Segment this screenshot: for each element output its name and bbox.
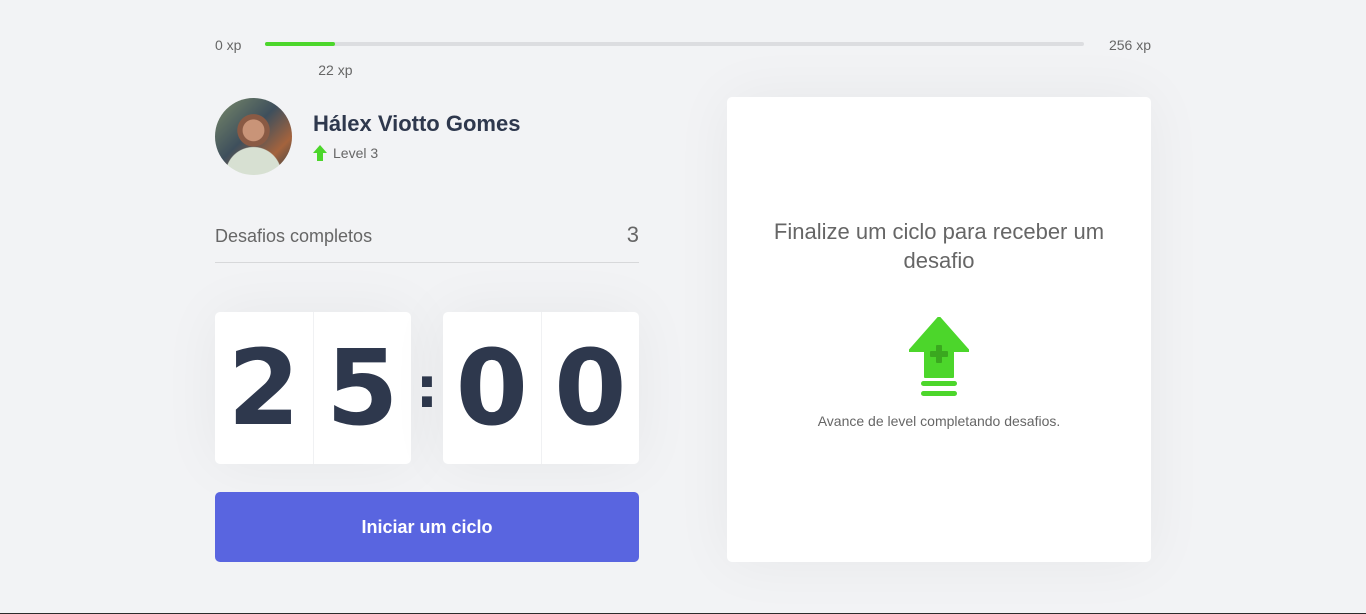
profile-name: Hálex Viotto Gomes	[313, 111, 521, 136]
level-up-arrow-icon	[313, 145, 327, 161]
countdown-separator: :	[415, 355, 439, 421]
challenge-box: Finalize um ciclo para receber um desafi…	[727, 97, 1151, 562]
app-page: 0 xp 22 xp 256 xp Hálex Viotto Gomes Lev…	[0, 0, 1366, 614]
xp-progress-fill	[265, 42, 336, 46]
xp-min-label: 0 xp	[215, 37, 242, 53]
second-digit-right: 0	[540, 312, 640, 464]
xp-track: 22 xp	[265, 42, 1084, 78]
challenge-title: Finalize um ciclo para receber um desafi…	[773, 218, 1105, 273]
countdown-seconds: 0 0	[443, 312, 639, 464]
minute-digit-left: 2	[227, 327, 300, 449]
profile-info: Hálex Viotto Gomes Level 3	[313, 111, 520, 161]
completed-challenges-label: Desafios completos	[215, 226, 373, 246]
start-cycle-button[interactable]: Iniciar um ciclo	[215, 492, 639, 562]
second-digit-left: 0	[455, 327, 528, 449]
experience-bar: 0 xp 22 xp 256 xp	[215, 35, 1151, 78]
xp-current-label: 22 xp	[318, 62, 353, 78]
avatar	[215, 97, 292, 175]
level-label: Level 3	[333, 145, 379, 161]
completed-challenges-count: 3	[626, 222, 639, 247]
completed-challenges: Desafios completos 3	[215, 222, 639, 263]
minute-digit-right: 5	[312, 312, 412, 464]
countdown-minutes: 2 5	[215, 312, 411, 464]
level-up-icon	[909, 316, 969, 396]
level-row: Level 3	[313, 145, 520, 161]
countdown: 2 5 : 0 0	[215, 312, 639, 464]
challenge-hint: Avance de level completando desafios.	[817, 412, 1061, 429]
xp-max-label: 256 xp	[1108, 37, 1151, 53]
profile: Hálex Viotto Gomes Level 3	[215, 97, 520, 175]
